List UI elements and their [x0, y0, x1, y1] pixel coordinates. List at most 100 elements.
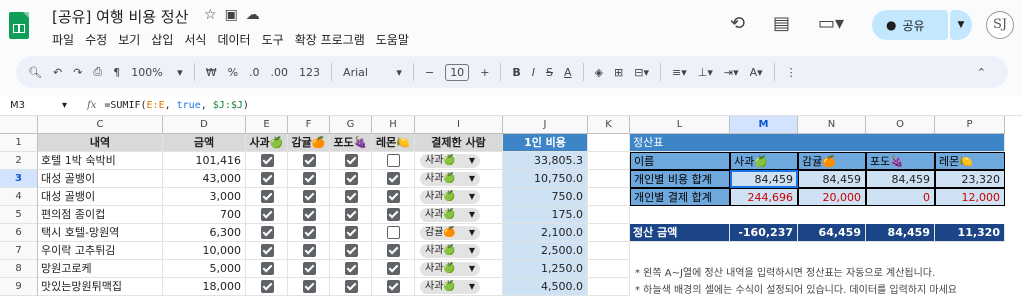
search-icon[interactable]: 🔍︎ [28, 66, 42, 79]
bold-button[interactable]: B [512, 66, 520, 79]
settlement-title[interactable]: 정산표 [630, 134, 1005, 152]
settlement-cost[interactable]: 84,459 [866, 170, 935, 188]
currency-button[interactable]: ₩ [206, 66, 217, 79]
doc-title[interactable]: [공유] 여행 비용 정산 [52, 6, 188, 27]
menu-view[interactable]: 보기 [118, 31, 140, 48]
checkbox-cell[interactable] [288, 170, 330, 188]
checkbox-checked[interactable] [303, 154, 316, 167]
header-payer[interactable]: 결제한 사람 [415, 134, 503, 152]
checkbox-cell[interactable] [246, 260, 288, 278]
checkbox-cell[interactable] [372, 242, 415, 260]
menu-format[interactable]: 서식 [184, 31, 206, 48]
column-header-c[interactable]: C [38, 116, 163, 134]
spreadsheet-grid[interactable]: C D E F G H I J K L M N O P 1 2 3 4 5 6 7 8 9 내역 금액 사과🍏 감귤🍊 포도🍇 레몬🍋 결… [0, 116, 1022, 301]
menu-edit[interactable]: 수정 [85, 31, 107, 48]
expense-item[interactable]: 대성 골뱅이 [38, 170, 163, 188]
paint-format-icon[interactable]: ¶ [113, 66, 120, 79]
checkbox-checked[interactable] [345, 190, 358, 203]
checkbox-cell[interactable] [372, 188, 415, 206]
column-header-k[interactable]: K [588, 116, 630, 134]
settlement-name[interactable]: 포도🍇 [866, 152, 935, 170]
print-icon[interactable]: ⎙ [93, 65, 102, 79]
expense-amount[interactable]: 18,000 [163, 278, 246, 296]
select-all-corner[interactable] [0, 116, 38, 134]
checkbox-checked[interactable] [303, 190, 316, 203]
column-header-f[interactable]: F [288, 116, 330, 134]
font-size-increase[interactable]: + [480, 66, 489, 79]
font-size-input[interactable]: 10 [445, 63, 470, 81]
checkbox-cell[interactable] [330, 260, 372, 278]
expense-item[interactable]: 택시 호텔-망원역 [38, 224, 163, 242]
cell-empty[interactable] [588, 134, 630, 152]
column-header-g[interactable]: G [330, 116, 372, 134]
column-header-m[interactable]: M [730, 116, 798, 134]
font-size-decrease[interactable]: − [425, 66, 434, 79]
checkbox-unchecked[interactable] [387, 154, 400, 167]
checkbox-checked[interactable] [303, 280, 316, 293]
column-header-n[interactable]: N [798, 116, 866, 134]
checkbox-checked[interactable] [261, 280, 274, 293]
payer-dropdown-chip[interactable]: 사과🍏 ▼ [420, 262, 480, 276]
checkbox-checked[interactable] [345, 244, 358, 257]
expense-item[interactable]: 호텔 1박 숙박비 [38, 152, 163, 170]
checkbox-cell[interactable] [246, 188, 288, 206]
settlement-name-label[interactable]: 이름 [630, 152, 730, 170]
cell-empty[interactable] [588, 260, 630, 278]
checkbox-checked[interactable] [345, 208, 358, 221]
row-header-6[interactable]: 6 [0, 224, 38, 242]
checkbox-checked[interactable] [345, 280, 358, 293]
expense-item[interactable]: 우이락 고추튀김 [38, 242, 163, 260]
avatar[interactable]: SJ [986, 11, 1014, 39]
column-header-j[interactable]: J [503, 116, 588, 134]
payer-cell[interactable]: 사과🍏 ▼ [415, 260, 503, 278]
column-header-p[interactable]: P [935, 116, 1005, 134]
checkbox-checked[interactable] [261, 262, 274, 275]
settlement-amount[interactable]: -160,237 [730, 224, 798, 242]
sheets-logo-icon[interactable] [9, 12, 29, 39]
formula-input[interactable]: =SUMIF(E:E, true, $J:$J) [104, 100, 249, 111]
number-format-button[interactable]: 123 [299, 66, 320, 79]
undo-icon[interactable]: ↶ [53, 66, 62, 79]
settlement-amount[interactable]: 84,459 [866, 224, 935, 242]
checkbox-cell[interactable] [330, 224, 372, 242]
checkbox-checked[interactable] [387, 244, 400, 257]
expense-amount[interactable]: 700 [163, 206, 246, 224]
row-header-7[interactable]: 7 [0, 242, 38, 260]
cell-empty[interactable] [588, 188, 630, 206]
checkbox-checked[interactable] [303, 208, 316, 221]
checkbox-cell[interactable] [372, 260, 415, 278]
align-icon[interactable]: ≡▾ [672, 66, 687, 79]
checkbox-checked[interactable] [387, 190, 400, 203]
percent-button[interactable]: % [228, 66, 238, 79]
settlement-cost[interactable]: 23,320 [935, 170, 1005, 188]
merge-icon[interactable]: ⊟▾ [634, 66, 649, 79]
checkbox-checked[interactable] [261, 154, 274, 167]
folder-move-icon[interactable]: ▣ [225, 7, 238, 23]
menu-extensions[interactable]: 확장 프로그램 [295, 31, 365, 48]
header-amount[interactable]: 금액 [163, 134, 246, 152]
checkbox-cell[interactable] [288, 206, 330, 224]
checkbox-cell[interactable] [246, 278, 288, 296]
menu-file[interactable]: 파일 [52, 31, 74, 48]
payer-dropdown-chip[interactable]: 사과🍏 ▼ [420, 280, 480, 294]
checkbox-checked[interactable] [345, 172, 358, 185]
column-header-d[interactable]: D [163, 116, 246, 134]
payer-cell[interactable]: 사과🍏 ▼ [415, 278, 503, 296]
row-header-1[interactable]: 1 [0, 134, 38, 152]
cell-ref-dropdown-icon[interactable]: ▾ [62, 100, 67, 111]
settlement-cost[interactable]: 84,459 [798, 170, 866, 188]
column-header-l[interactable]: L [630, 116, 730, 134]
checkbox-cell[interactable] [330, 152, 372, 170]
expense-amount[interactable]: 6,300 [163, 224, 246, 242]
payer-dropdown-chip[interactable]: 감귤🍊 ▼ [420, 226, 480, 240]
expense-amount[interactable]: 43,000 [163, 170, 246, 188]
payer-cell[interactable]: 사과🍏 ▼ [415, 170, 503, 188]
checkbox-unchecked[interactable] [387, 226, 400, 239]
settlement-amount-label[interactable]: 정산 금액 [630, 224, 730, 242]
checkbox-checked[interactable] [345, 154, 358, 167]
settlement-name[interactable]: 감귤🍊 [798, 152, 866, 170]
checkbox-checked[interactable] [261, 172, 274, 185]
settlement-cost-label[interactable]: 개인별 비용 합계 [630, 170, 730, 188]
cell-empty[interactable] [588, 278, 630, 296]
expense-item[interactable]: 맛있는망원튀맥집 [38, 278, 163, 296]
